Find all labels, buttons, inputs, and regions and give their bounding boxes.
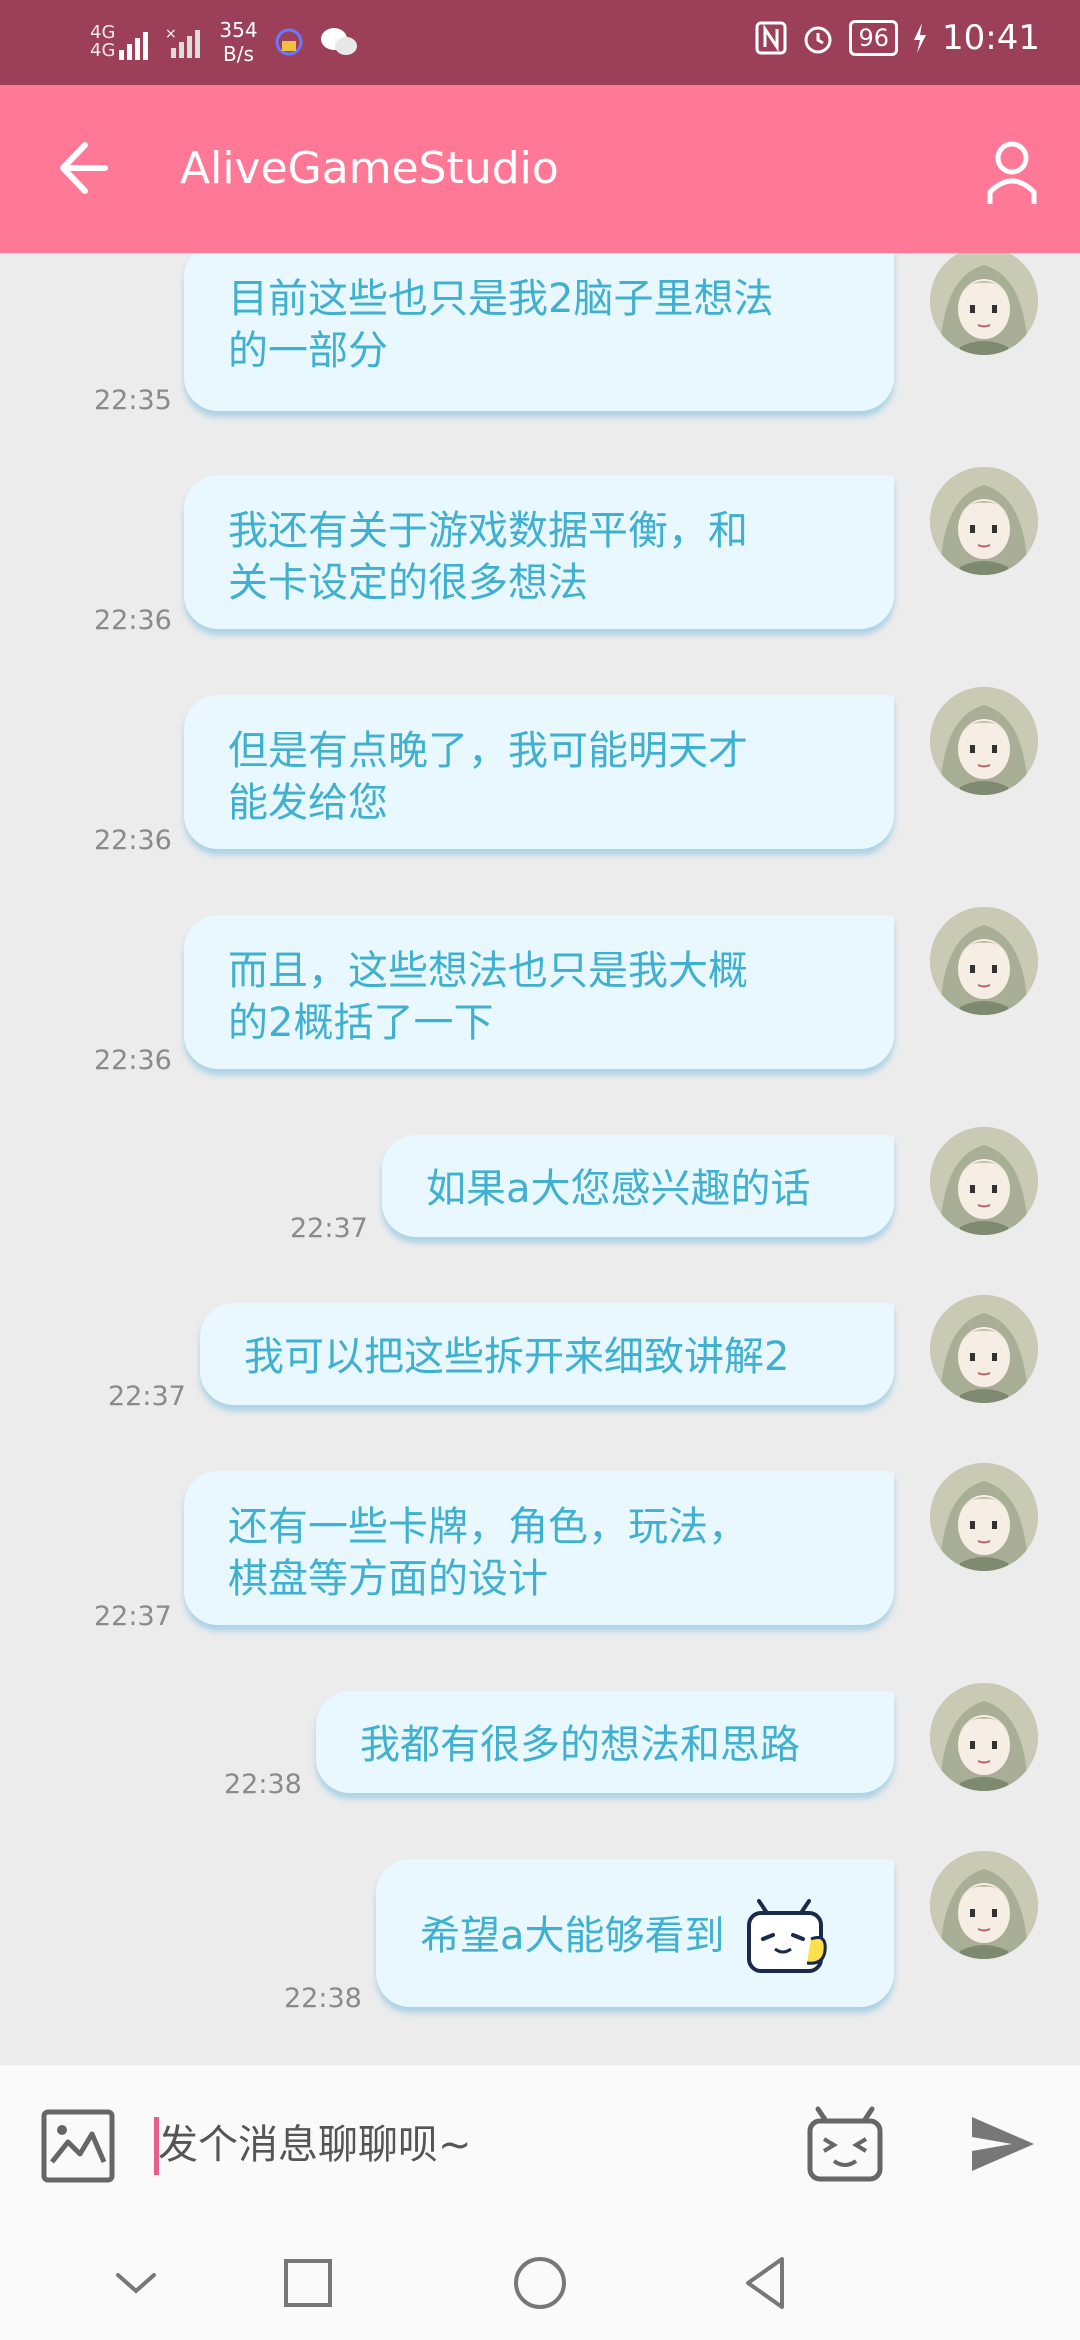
message-list[interactable]: 目前这些也只是我2脑子里想法 的一部分 22:35 我还有关于游戏数据平衡，和 …: [0, 253, 1080, 2065]
charging-icon: [914, 23, 927, 53]
wechat-icon: [320, 28, 357, 55]
message-time: 22:36: [94, 825, 172, 856]
message-bubble[interactable]: 目前这些也只是我2脑子里想法 的一部分: [184, 253, 894, 411]
square-icon[interactable]: [276, 2251, 340, 2315]
message-bubble[interactable]: 我都有很多的想法和思路: [316, 1691, 894, 1793]
status-left: 4G 4G × 354 B/s: [90, 18, 358, 66]
avatar[interactable]: [930, 907, 1038, 1015]
network-type-label-2: 4G: [90, 40, 116, 61]
message-text-line: 我还有关于游戏数据平衡，和: [228, 508, 748, 554]
net-speed-value: 354: [219, 18, 258, 42]
user-icon[interactable]: [984, 140, 1040, 206]
message-time: 22:35: [94, 385, 172, 416]
message-text-line: 棋盘等方面的设计: [228, 1556, 548, 1602]
app-notification-icon: [275, 28, 303, 56]
avatar[interactable]: [930, 253, 1038, 355]
message-bubble[interactable]: 但是有点晚了，我可能明天才 能发给您: [184, 695, 894, 849]
back-triangle-icon[interactable]: [736, 2251, 800, 2315]
avatar[interactable]: [930, 467, 1038, 575]
alarm-icon: [804, 26, 832, 54]
system-nav-bar: [0, 2225, 1080, 2340]
message-time: 22:37: [290, 1213, 368, 1244]
image-icon[interactable]: [40, 2108, 116, 2184]
net-speed-unit: B/s: [223, 42, 254, 66]
message-time: 22:36: [94, 1045, 172, 1076]
arrow-left-icon[interactable]: [55, 133, 115, 203]
status-right: 96 10:41: [755, 18, 1040, 58]
nfc-icon: [755, 21, 787, 55]
svg-text:×: ×: [165, 26, 177, 42]
emoji-tv-icon[interactable]: [806, 2105, 884, 2183]
message-bubble[interactable]: 我可以把这些拆开来细致讲解2: [200, 1303, 894, 1405]
avatar[interactable]: [930, 1127, 1038, 1235]
message-text: 希望a大能够看到: [420, 1913, 725, 1959]
message-text: 如果a大您感兴趣的话: [426, 1166, 811, 1212]
avatar[interactable]: [930, 1463, 1038, 1571]
chevron-down-icon[interactable]: [104, 2251, 168, 2315]
avatar[interactable]: [930, 687, 1038, 795]
message-text: 我可以把这些拆开来细致讲解2: [244, 1334, 790, 1380]
message-text-line: 但是有点晚了，我可能明天才: [228, 728, 748, 774]
send-icon[interactable]: [968, 2109, 1038, 2179]
message-text: 我都有很多的想法和思路: [360, 1722, 800, 1768]
message-text-line: 还有一些卡牌，角色，玩法，: [228, 1504, 748, 1550]
message-bubble[interactable]: 还有一些卡牌，角色，玩法， 棋盘等方面的设计: [184, 1471, 894, 1625]
message-time: 22:38: [284, 1983, 362, 2014]
message-text-line: 的一部分: [228, 328, 388, 374]
message-bubble[interactable]: 如果a大您感兴趣的话: [382, 1135, 894, 1237]
app-bar: AliveGameStudio: [0, 85, 1080, 253]
message-input[interactable]: [158, 2105, 758, 2185]
message-text-line: 而且，这些想法也只是我大概: [228, 948, 748, 994]
thumbs-up-tv-sticker-icon: [747, 1899, 827, 1973]
message-bubble[interactable]: 希望a大能够看到: [376, 1859, 894, 2007]
chat-title: AliveGameStudio: [180, 143, 559, 194]
message-time: 22:37: [94, 1601, 172, 1632]
message-text-line: 的2概括了一下: [228, 1000, 494, 1046]
signal-bars-icon: [119, 32, 149, 60]
battery-level: 96: [849, 20, 899, 56]
message-composer: [0, 2065, 1080, 2225]
signal-4g-1: 4G 4G: [90, 24, 151, 60]
status-bar: 4G 4G × 354 B/s 96 10:41: [0, 0, 1080, 85]
message-text-line: 能发给您: [228, 780, 388, 826]
message-text-line: 关卡设定的很多想法: [228, 560, 588, 606]
circle-icon[interactable]: [508, 2251, 572, 2315]
avatar[interactable]: [930, 1683, 1038, 1791]
message-time: 22:36: [94, 605, 172, 636]
avatar[interactable]: [930, 1851, 1038, 1959]
message-bubble[interactable]: 我还有关于游戏数据平衡，和 关卡设定的很多想法: [184, 475, 894, 629]
message-bubble[interactable]: 而且，这些想法也只是我大概 的2概括了一下: [184, 915, 894, 1069]
message-text-line: 目前这些也只是我2脑子里想法: [228, 276, 774, 322]
net-speed: 354 B/s: [219, 18, 257, 66]
signal-no-service-icon: ×: [165, 26, 201, 58]
avatar[interactable]: [930, 1295, 1038, 1403]
clock: 10:41: [942, 18, 1040, 58]
message-time: 22:38: [224, 1769, 302, 1800]
message-time: 22:37: [108, 1381, 186, 1412]
